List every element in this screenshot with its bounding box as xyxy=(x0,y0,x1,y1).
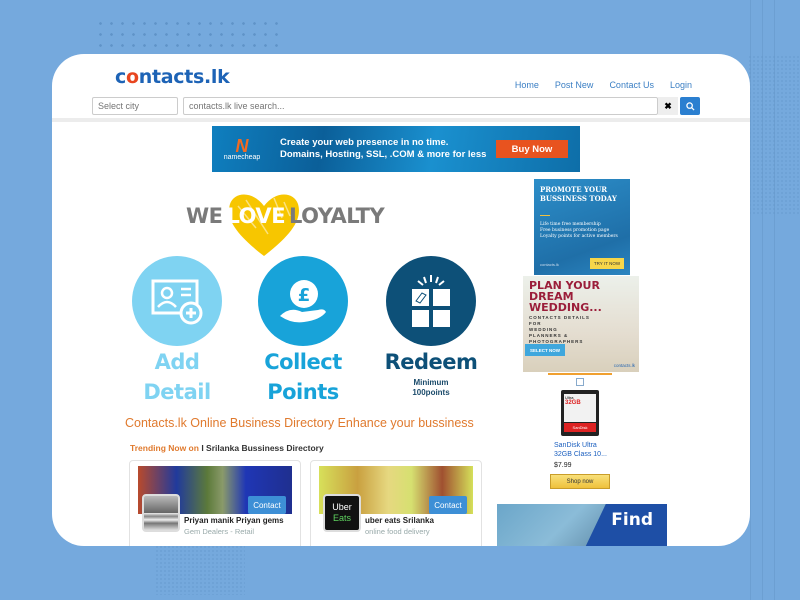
step-title-line2: Detail xyxy=(143,380,211,404)
ad-title-line: WEDDING... xyxy=(529,301,602,314)
select-now-button[interactable]: SELECT NOW xyxy=(525,344,565,356)
product-title-link[interactable]: SanDisk Ultra 32GB Class 10... xyxy=(548,441,612,459)
search-icon xyxy=(685,101,695,111)
search-input[interactable] xyxy=(183,97,658,115)
step-title-line1: Collect xyxy=(264,350,342,374)
namecheap-mark-icon: N xyxy=(235,135,249,156)
background-dots xyxy=(95,18,285,48)
gift-box-icon xyxy=(412,275,450,327)
find-hotel-ad[interactable]: Find xyxy=(497,504,667,546)
step-subtitle-line2: 100points xyxy=(412,388,450,397)
svg-text:£: £ xyxy=(298,285,311,306)
nav-home[interactable]: Home xyxy=(515,80,539,90)
close-icon: ✖ xyxy=(664,100,672,111)
namecheap-wordmark: namecheap xyxy=(223,153,261,161)
ad-logo: contacts.lk xyxy=(540,262,559,267)
business-name[interactable]: uber eats Srilanka xyxy=(365,516,434,525)
shop-now-button[interactable]: Shop now xyxy=(550,474,610,489)
step-title-line2: Points xyxy=(267,380,339,404)
step-circle-add xyxy=(132,256,222,346)
step-circle-collect: £ xyxy=(258,256,348,346)
try-it-now-button[interactable]: TRY IT NOW xyxy=(590,258,624,269)
step-title: Redeem xyxy=(384,350,478,374)
main-nav: Home Post New Contact Us Login xyxy=(515,80,692,90)
ad-find-text: Find xyxy=(611,510,653,530)
search-bar: ✖ xyxy=(92,97,700,115)
business-category: Gem Dealers - Retail xyxy=(184,527,255,536)
banner-copy: Create your web presence in no time. Dom… xyxy=(272,137,496,161)
loyalty-we: WE xyxy=(186,204,223,228)
sd-card-maker: SanDisk xyxy=(564,423,596,432)
ad-divider xyxy=(540,215,550,216)
sd-card-size: 32GB xyxy=(565,400,581,406)
wedding-ad[interactable]: PLAN YOUR DREAM WEDDING... CONTACTS DETA… xyxy=(523,276,639,372)
avatar xyxy=(142,494,180,532)
logo-eats: Eats xyxy=(332,513,351,523)
product-image[interactable]: Ultra 32GB SanDisk xyxy=(561,390,599,436)
logo-uber: Uber xyxy=(332,502,352,512)
uber-eats-logo: Uber Eats xyxy=(323,494,361,532)
search-button[interactable] xyxy=(680,97,700,115)
product-ad[interactable]: Ultra 32GB SanDisk SanDisk Ultra 32GB Cla… xyxy=(548,373,612,495)
banner-line-1: Create your web presence in no time. xyxy=(280,137,449,148)
business-card[interactable]: Contact Priyan manik Priyan gems Gem Dea… xyxy=(129,460,301,546)
background-pattern-bottom xyxy=(155,545,245,595)
trending-rest: I Srilanka Bussiness Directory xyxy=(198,443,324,453)
directory-tagline: Contacts.lk Online Business Directory En… xyxy=(125,416,474,430)
step-redeem: Redeem Minimum 100points xyxy=(376,256,486,398)
step-add-detail: Add Detail xyxy=(132,256,222,408)
step-subtitle-line1: Minimum xyxy=(413,378,449,387)
add-contact-card-icon xyxy=(151,279,203,325)
business-name[interactable]: Priyan manik Priyan gems xyxy=(184,516,284,525)
namecheap-logo: N namecheap xyxy=(212,135,272,161)
business-category: online food delivery xyxy=(365,527,430,536)
nav-login[interactable]: Login xyxy=(670,80,692,90)
step-title-line1: Add xyxy=(154,350,200,374)
ad-title-line2: BUSSINESS TODAY xyxy=(540,194,617,203)
we-love-loyalty-graphic: WE LOVE LOYALTY xyxy=(186,188,416,256)
step-circle-redeem xyxy=(386,256,476,346)
logo-text-c: c xyxy=(115,66,126,88)
header-divider xyxy=(52,118,750,122)
ad-title-line1: PROMOTE YOUR xyxy=(540,185,608,194)
nav-post-new[interactable]: Post New xyxy=(555,80,594,90)
ad-feature: Loyalty points for active members xyxy=(540,234,618,239)
hand-pound-coin-icon: £ xyxy=(280,280,326,323)
trending-heading: Trending Now on I Srilanka Bussiness Dir… xyxy=(130,443,324,453)
step-collect-points: £ Collect Points xyxy=(248,256,358,408)
contact-button[interactable]: Contact xyxy=(429,496,467,514)
broken-image-icon xyxy=(576,378,584,386)
promote-business-ad[interactable]: PROMOTE YOUR BUSSINESS TODAY Life time f… xyxy=(534,179,630,275)
banner-line-2: Domains, Hosting, SSL, .COM & more for l… xyxy=(280,149,487,160)
loyalty-love: LOVE xyxy=(226,204,286,228)
city-select[interactable] xyxy=(92,97,178,115)
browser-window: contacts.lk Home Post New Contact Us Log… xyxy=(52,54,750,546)
buy-now-button[interactable]: Buy Now xyxy=(496,140,568,158)
site-logo[interactable]: contacts.lk xyxy=(115,66,230,88)
trending-highlight: Trending Now on xyxy=(130,443,199,453)
loyalty-word: LOYALTY xyxy=(289,204,385,228)
nav-contact-us[interactable]: Contact Us xyxy=(609,80,654,90)
ad-top-rule xyxy=(548,373,612,375)
ad-logo: contacts.lk xyxy=(613,363,635,368)
logo-text-rest: ntacts.lk xyxy=(138,66,230,88)
site-header: contacts.lk Home Post New Contact Us Log… xyxy=(52,54,750,118)
contact-button[interactable]: Contact xyxy=(248,496,286,514)
business-card[interactable]: Contact Uber Eats uber eats Srilanka onl… xyxy=(310,460,482,546)
namecheap-banner-ad[interactable]: N namecheap Create your web presence in … xyxy=(212,126,580,172)
clear-search-button[interactable]: ✖ xyxy=(658,97,678,115)
logo-headset-o: o xyxy=(125,66,139,88)
product-price: $7.99 xyxy=(554,462,572,469)
